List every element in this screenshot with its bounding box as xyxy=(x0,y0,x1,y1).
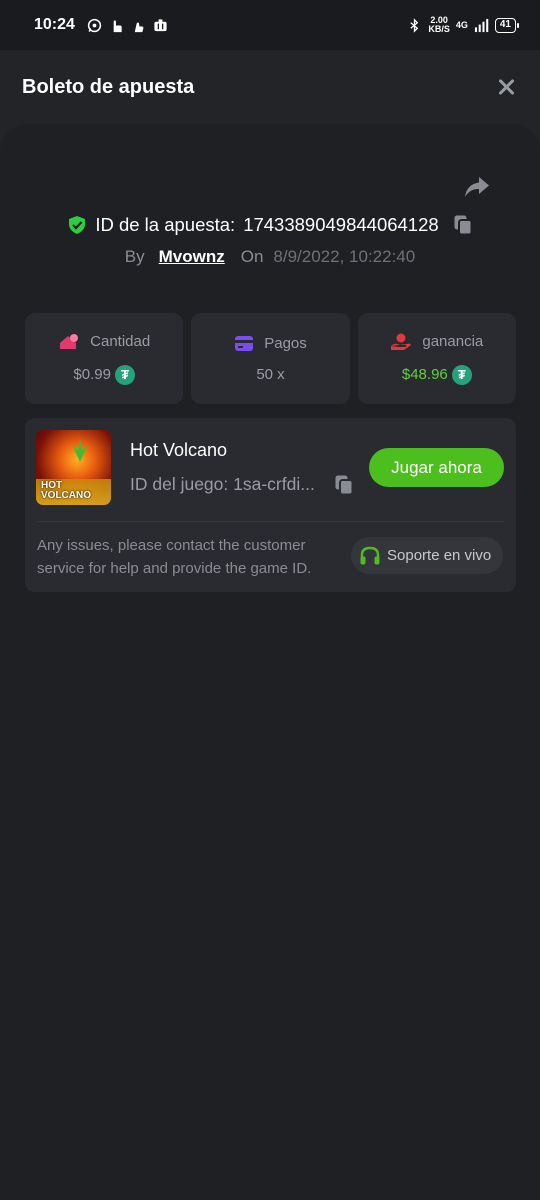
stat-card-payout: Pagos 50 x xyxy=(191,313,350,404)
game-id: ID del juego: 1sa-crfdi... xyxy=(130,474,315,494)
wallet-icon xyxy=(235,335,254,351)
hand-icon xyxy=(113,19,122,32)
system-icons: 2.00 KB/S 4G 41 xyxy=(407,16,520,34)
bet-id-label: ID de la apuesta: xyxy=(95,214,236,235)
bet-details-panel xyxy=(0,124,540,1200)
thumbnail-title: HOT VOLCANO xyxy=(41,481,91,501)
bet-stats: Cantidad $0.99 ₮ Pagos 50 x ganancia $48… xyxy=(25,313,516,404)
game-card: HOT VOLCANO Hot Volcano ID del juego: 1s… xyxy=(25,418,516,592)
help-text: Any issues, please contact the customer … xyxy=(37,537,312,577)
play-now-button[interactable]: Jugar ahora xyxy=(369,448,504,487)
notification-icons xyxy=(87,18,168,33)
bluetooth-icon xyxy=(410,17,419,33)
app-icon xyxy=(154,18,167,31)
usdt-icon: ₮ xyxy=(451,364,472,385)
stat-label: ganancia xyxy=(422,333,484,350)
divider xyxy=(37,521,504,522)
shield-check-icon xyxy=(69,216,86,234)
stat-label: Cantidad xyxy=(90,333,151,350)
profit-icon xyxy=(391,333,412,350)
on-label: On xyxy=(240,247,264,266)
signal-icon xyxy=(474,18,489,32)
headset-icon xyxy=(360,546,380,564)
usdt-icon: ₮ xyxy=(114,364,135,385)
page-title: Boleto de apuesta xyxy=(22,75,195,98)
copy-game-id-icon[interactable] xyxy=(334,474,354,496)
copy-icon[interactable] xyxy=(453,214,473,236)
amount-value: $0.99 xyxy=(73,366,111,383)
stat-head: ganancia xyxy=(390,333,483,351)
game-name: Hot Volcano xyxy=(130,440,228,460)
game-thumbnail[interactable]: HOT VOLCANO xyxy=(36,430,111,505)
bet-id-value: 1743389049844064128 xyxy=(243,214,439,235)
stat-value: $48.96 ₮ xyxy=(401,364,472,385)
stat-value: $0.99 ₮ xyxy=(73,364,135,385)
profit-value: $48.96 xyxy=(401,366,448,383)
thumbnail-title-line2: VOLCANO xyxy=(41,490,91,501)
support-label: Soporte en vivo xyxy=(387,547,492,564)
hand-icon-2 xyxy=(134,22,144,32)
username-link[interactable]: Mvownz xyxy=(159,247,225,267)
status-bar: 10:24 2.00 KB/S 4G 41 xyxy=(0,0,540,50)
bet-meta-row: By Mvownz On 8/9/2022, 10:22:40 xyxy=(0,244,540,270)
net-speed: 2.00 KB/S xyxy=(428,16,450,34)
share-icon[interactable] xyxy=(464,176,490,198)
by-label: By xyxy=(124,247,145,266)
stat-card-amount: Cantidad $0.99 ₮ xyxy=(25,313,184,404)
stat-head: Cantidad xyxy=(58,333,150,351)
close-icon[interactable] xyxy=(494,75,518,99)
stat-label: Pagos xyxy=(264,334,307,352)
stat-card-profit: ganancia $48.96 ₮ xyxy=(357,313,516,404)
stat-value: 50 x xyxy=(256,366,284,383)
bet-date: 8/9/2022, 10:22:40 xyxy=(273,247,416,266)
status-time: 10:24 xyxy=(34,16,75,33)
whatsapp-icon xyxy=(87,18,102,32)
sheet-background xyxy=(0,124,540,1200)
payout-value: 50 x xyxy=(256,365,285,383)
net-speed-unit: KB/S xyxy=(428,24,450,34)
stat-head: Pagos xyxy=(234,335,307,352)
battery-indicator: 41 xyxy=(494,17,520,33)
modal-header: Boleto de apuesta xyxy=(0,50,540,124)
bet-amount-icon xyxy=(60,333,79,349)
network-type: 4G xyxy=(455,19,468,30)
bet-id-row: ID de la apuesta: 1743389049844064128 xyxy=(0,210,540,240)
pineapple-icon xyxy=(72,438,88,462)
live-support-button[interactable]: Soporte en vivo xyxy=(351,537,503,574)
